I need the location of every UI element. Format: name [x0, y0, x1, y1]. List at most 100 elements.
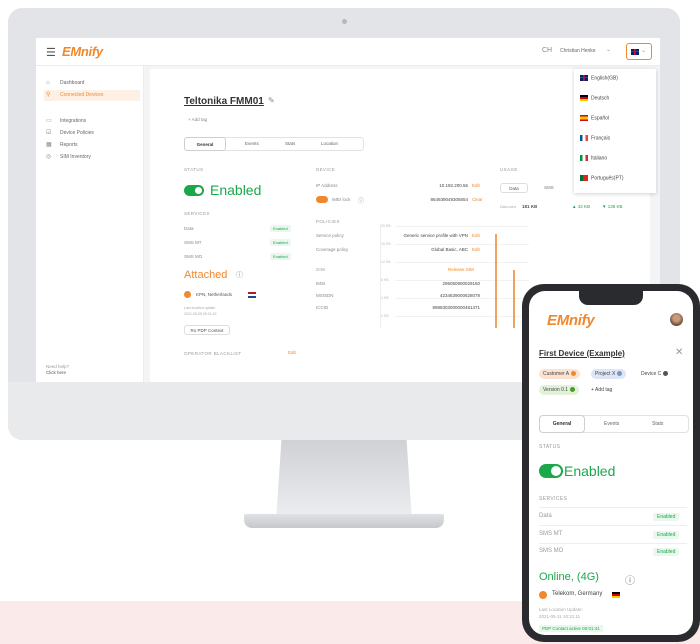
iccid-label: ICCID [316, 305, 329, 310]
chevron-down-icon: ⌄ [641, 48, 647, 54]
imei-clear-link[interactable]: Clear [472, 197, 483, 202]
sidebar-item-sim-inventory[interactable]: ◎ SIM Inventory [44, 152, 140, 163]
ip-label: IP Address [316, 183, 338, 188]
usage-tab-sms[interactable]: SMS [544, 185, 554, 190]
tab-events[interactable]: Events [604, 421, 619, 427]
y-tick: 20 KB [381, 224, 391, 228]
user-badge[interactable]: CH [542, 47, 552, 54]
sidebar-item-reports[interactable]: ▦ Reports [44, 140, 140, 151]
sim-icon: ◎ [46, 154, 52, 160]
last-update-value: 2021-06-05 05:31:15 [184, 312, 217, 316]
add-tag-button[interactable]: + Add tag [587, 385, 616, 395]
tag-remove-icon[interactable] [617, 371, 623, 377]
sidebar-item-integrations[interactable]: ▭ Integrations [44, 116, 140, 127]
flag-it-icon [580, 155, 588, 161]
usage-chart: 20 KB 16 KB 12 KB 8 KB 4 KB 2 KB [380, 224, 529, 328]
flag-es-icon [580, 115, 588, 121]
grid-line [395, 244, 529, 245]
ip-edit-link[interactable]: Edit [472, 183, 480, 188]
phone-device-title[interactable]: First Device (Example) [539, 349, 625, 358]
y-tick: 12 KB [381, 260, 391, 264]
status-toggle[interactable] [184, 185, 204, 196]
service-status-badge: Enabled [653, 531, 680, 539]
logo[interactable]: EMnify [62, 44, 103, 59]
status-text: Enabled [210, 182, 262, 198]
last-update-label: Last location update [184, 306, 216, 310]
status-label: STATUS [539, 444, 561, 450]
sidebar: ⌂ Dashboard ⚲ Connected Devices ▭ Integrati… [36, 66, 144, 382]
tag[interactable]: Customer A [539, 369, 581, 379]
grid-line [395, 226, 529, 227]
status-label: STATUS [184, 167, 204, 172]
sidebar-item-connected-devices[interactable]: ⚲ Connected Devices [44, 90, 140, 101]
tag[interactable]: Project X [591, 369, 627, 379]
device-title[interactable]: Teltonika FMM01 [184, 96, 264, 107]
service-name: Data [539, 513, 552, 519]
monitor-stand [276, 440, 412, 520]
add-tag-button[interactable]: + Add tag [188, 117, 207, 122]
blacklist-edit-link[interactable]: Edit [288, 350, 296, 355]
usage-tab-data[interactable]: Data [500, 183, 528, 193]
info-icon[interactable]: ⓘ [625, 572, 635, 587]
tag-remove-icon[interactable] [571, 371, 577, 377]
last-update-label: Last Location Update: [539, 607, 583, 612]
imei-lock-toggle[interactable] [316, 196, 328, 203]
language-option[interactable]: Español [580, 115, 609, 121]
language-select[interactable]: ⌄ [626, 43, 652, 60]
policy-icon: ☑ [46, 130, 52, 136]
coverage-policy-label: Coverage policy [316, 247, 349, 252]
phone-screen: EMnify First Device (Example) ✕ Customer… [529, 291, 693, 635]
sidebar-item-dashboard[interactable]: ⌂ Dashboard [44, 78, 140, 89]
service-name: SMS MO [539, 548, 564, 554]
services-label: SERVICES [539, 496, 568, 502]
msisdn-label: MSISDN [316, 293, 334, 298]
grid-line [395, 298, 529, 299]
network-name: Telekom, Germany [552, 591, 603, 597]
avatar[interactable] [670, 313, 683, 326]
network-icon [184, 291, 191, 298]
tab-general[interactable]: General [184, 137, 226, 151]
tab-events[interactable]: Events [245, 141, 259, 146]
menu-icon[interactable]: ☰ [46, 46, 56, 59]
phone-logo[interactable]: EMnify [547, 312, 595, 329]
flag-de-icon [612, 592, 620, 598]
tab-stats[interactable]: Stats [285, 141, 295, 146]
pdp-context-button[interactable]: Ro PDP Context [184, 325, 230, 335]
service-status-badge: Enabled [653, 513, 680, 521]
edit-icon[interactable]: ✎ [268, 96, 275, 105]
service-name: SMS MT [184, 240, 202, 245]
sidebar-item-device-policies[interactable]: ☑ Device Policies [44, 128, 140, 139]
language-option[interactable]: Deutsch [580, 95, 609, 101]
grid-line [395, 262, 529, 263]
tag[interactable]: Version 0.1 [539, 385, 580, 395]
ip-value: 10.192.200.56 [439, 183, 468, 188]
language-option[interactable]: English(GB) [580, 75, 618, 81]
status-toggle[interactable] [539, 464, 563, 478]
tag-remove-icon[interactable] [570, 387, 576, 393]
help-box[interactable]: Need help? Click here [46, 364, 136, 375]
devices-icon: ⚲ [46, 92, 51, 98]
info-icon[interactable]: ⓘ [358, 196, 364, 205]
service-name: SMS MO [184, 254, 203, 259]
tab-stats[interactable]: Stats [652, 421, 663, 427]
service-status-badge: Enabled [653, 548, 680, 556]
service-status-badge: Enabled [270, 225, 291, 232]
services-label: SERVICES [184, 211, 210, 216]
usage-bar [513, 270, 515, 328]
language-option[interactable]: Português(PT) [580, 175, 624, 181]
language-option[interactable]: Français [580, 135, 610, 141]
tag-remove-icon[interactable] [663, 371, 669, 377]
tab-general[interactable]: General [539, 415, 585, 433]
tab-location[interactable]: Location [321, 141, 338, 146]
connection-status: Attached [184, 269, 228, 281]
help-link[interactable]: Click here [46, 370, 136, 375]
tag[interactable]: Device C [637, 369, 672, 379]
last-update-value: 2021-05-11 10:21:11 [539, 614, 581, 619]
divider [539, 525, 687, 526]
language-option[interactable]: Italiano [580, 155, 607, 161]
grid-line [395, 280, 529, 281]
close-icon[interactable]: ✕ [675, 347, 683, 358]
user-name[interactable]: Christian Henke [560, 48, 596, 54]
chevron-down-icon[interactable]: ⌄ [606, 46, 611, 53]
info-icon[interactable]: ⓘ [236, 270, 243, 280]
